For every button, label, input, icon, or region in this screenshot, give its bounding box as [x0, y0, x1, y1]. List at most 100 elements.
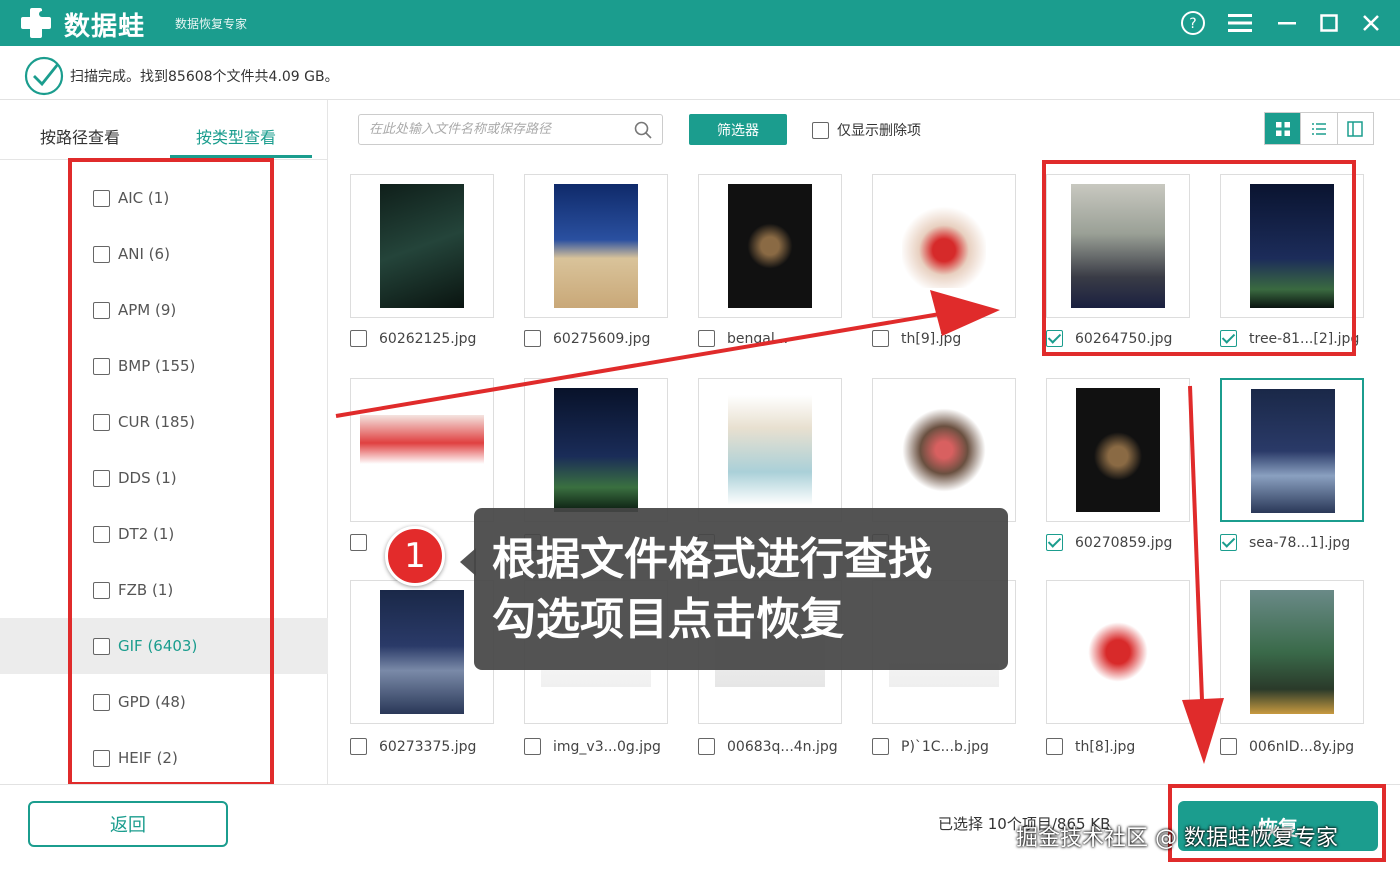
file-checkbox[interactable] — [350, 534, 367, 551]
file-thumbnail[interactable] — [350, 174, 494, 318]
file-checkbox[interactable] — [698, 330, 715, 347]
file-thumbnail[interactable] — [1220, 378, 1364, 522]
file-thumbnail[interactable] — [698, 174, 842, 318]
file-checkbox[interactable] — [524, 738, 541, 755]
file-name-row[interactable]: 60270859.jpg — [1046, 534, 1172, 551]
minimize-icon[interactable] — [1272, 9, 1302, 37]
type-item[interactable]: APM (9) — [0, 282, 328, 338]
thumbnail-image — [1250, 184, 1334, 308]
file-thumbnail[interactable] — [872, 174, 1016, 318]
file-checkbox[interactable] — [350, 330, 367, 347]
type-item[interactable]: DDS (1) — [0, 450, 328, 506]
file-checkbox[interactable] — [1046, 738, 1063, 755]
file-name: 60264750.jpg — [1075, 330, 1173, 347]
help-icon[interactable]: ? — [1178, 9, 1208, 37]
file-thumbnail[interactable] — [1046, 378, 1190, 522]
svg-text:?: ? — [1189, 16, 1196, 32]
search-icon[interactable] — [634, 121, 652, 139]
type-item[interactable]: DT2 (1) — [0, 506, 328, 562]
type-item[interactable]: ANI (6) — [0, 226, 328, 282]
file-name-row[interactable]: 60262125.jpg — [350, 330, 476, 347]
file-name-row[interactable]: th[8].jpg — [1046, 738, 1135, 755]
type-label: FZB (1) — [118, 581, 174, 599]
file-name-row[interactable]: P)`1C...b.jpg — [872, 738, 989, 755]
only-deleted-toggle[interactable]: 仅显示删除项 — [812, 120, 921, 140]
type-checkbox[interactable] — [93, 581, 110, 599]
file-name-row[interactable]: tree-81...[2].jpg — [1220, 330, 1359, 347]
file-checkbox[interactable] — [872, 738, 889, 755]
grid-view-icon[interactable] — [1265, 113, 1301, 144]
file-thumbnail[interactable] — [872, 378, 1016, 522]
file-thumbnail[interactable] — [1220, 174, 1364, 318]
title-bar: 数据蛙 数据恢复专家 ? — [0, 0, 1400, 46]
file-thumbnail[interactable] — [350, 580, 494, 724]
file-thumbnail[interactable] — [1046, 174, 1190, 318]
file-thumbnail[interactable] — [524, 174, 668, 318]
type-checkbox[interactable] — [93, 357, 110, 375]
thumbnail-image — [1076, 610, 1160, 694]
menu-icon[interactable] — [1225, 9, 1255, 37]
file-thumbnail[interactable] — [1046, 580, 1190, 724]
file-thumbnail[interactable] — [1220, 580, 1364, 724]
app-name: 数据蛙 — [64, 12, 146, 42]
type-checkbox[interactable] — [93, 469, 110, 487]
file-checkbox[interactable] — [350, 738, 367, 755]
tab-by-type[interactable]: 按类型查看 — [196, 124, 276, 148]
file-name-row[interactable]: 60264750.jpg — [1046, 330, 1172, 347]
type-checkbox[interactable] — [93, 525, 110, 543]
file-name-row[interactable]: 006nID...8y.jpg — [1220, 738, 1354, 755]
type-checkbox[interactable] — [93, 749, 110, 767]
file-thumbnail[interactable] — [524, 378, 668, 522]
type-item[interactable]: GIF (6403) — [0, 618, 328, 674]
type-checkbox[interactable] — [93, 693, 110, 711]
type-label: APM (9) — [118, 301, 177, 319]
file-checkbox[interactable] — [524, 330, 541, 347]
type-checkbox[interactable] — [93, 245, 110, 263]
file-checkbox[interactable] — [1220, 534, 1237, 551]
file-checkbox[interactable] — [1046, 534, 1063, 551]
type-checkbox[interactable] — [93, 413, 110, 431]
file-name-row[interactable]: 60275609.jpg — [524, 330, 650, 347]
back-button[interactable]: 返回 — [28, 801, 228, 847]
file-name-row[interactable]: img_v3...0g.jpg — [524, 738, 661, 755]
type-checkbox[interactable] — [93, 301, 110, 319]
tab-by-path[interactable]: 按路径查看 — [40, 124, 120, 148]
file-checkbox[interactable] — [1220, 738, 1237, 755]
file-name: 60275609.jpg — [553, 330, 651, 347]
file-thumbnail[interactable] — [350, 378, 494, 522]
file-thumbnail[interactable] — [698, 378, 842, 522]
file-name: 00683q...4n.jpg — [727, 738, 838, 755]
file-name-row[interactable]: sea-78...1].jpg — [1220, 534, 1350, 551]
file-name-row[interactable]: bengal... — [698, 330, 788, 347]
thumbnail-image — [902, 204, 986, 288]
list-view-icon[interactable] — [1300, 113, 1338, 144]
type-item[interactable]: FZB (1) — [0, 562, 328, 618]
file-name-row[interactable]: th[9].jpg — [872, 330, 961, 347]
thumbnail-image — [554, 388, 638, 512]
type-checkbox[interactable] — [93, 189, 110, 207]
toolbar: 在此处输入文件名称或保存路径 筛选器 仅显示删除项 — [330, 100, 1400, 160]
type-label: GPD (48) — [118, 693, 186, 711]
type-label: DT2 (1) — [118, 525, 175, 543]
close-icon[interactable] — [1356, 9, 1386, 37]
file-name-row[interactable]: 00683q...4n.jpg — [698, 738, 838, 755]
only-deleted-label: 仅显示删除项 — [837, 123, 921, 139]
type-checkbox[interactable] — [93, 637, 110, 655]
type-item[interactable]: BMP (155) — [0, 338, 328, 394]
type-item[interactable]: AIC (1) — [0, 170, 328, 226]
type-item[interactable]: HEIF (2) — [0, 730, 328, 786]
file-checkbox[interactable] — [872, 330, 889, 347]
search-input[interactable]: 在此处输入文件名称或保存路径 — [358, 114, 663, 145]
callout-line-2: 勾选项目点击恢复 — [492, 594, 844, 645]
only-deleted-checkbox[interactable] — [812, 121, 829, 139]
detail-view-icon[interactable] — [1338, 113, 1373, 144]
file-name-row[interactable]: 60273375.jpg — [350, 738, 476, 755]
file-checkbox[interactable] — [698, 738, 715, 755]
maximize-icon[interactable] — [1314, 9, 1344, 37]
type-item[interactable]: CUR (185) — [0, 394, 328, 450]
filter-button[interactable]: 筛选器 — [689, 114, 787, 145]
file-checkbox[interactable] — [1220, 330, 1237, 347]
file-checkbox[interactable] — [1046, 330, 1063, 347]
type-item[interactable]: GPD (48) — [0, 674, 328, 730]
file-name-row[interactable] — [350, 534, 379, 551]
